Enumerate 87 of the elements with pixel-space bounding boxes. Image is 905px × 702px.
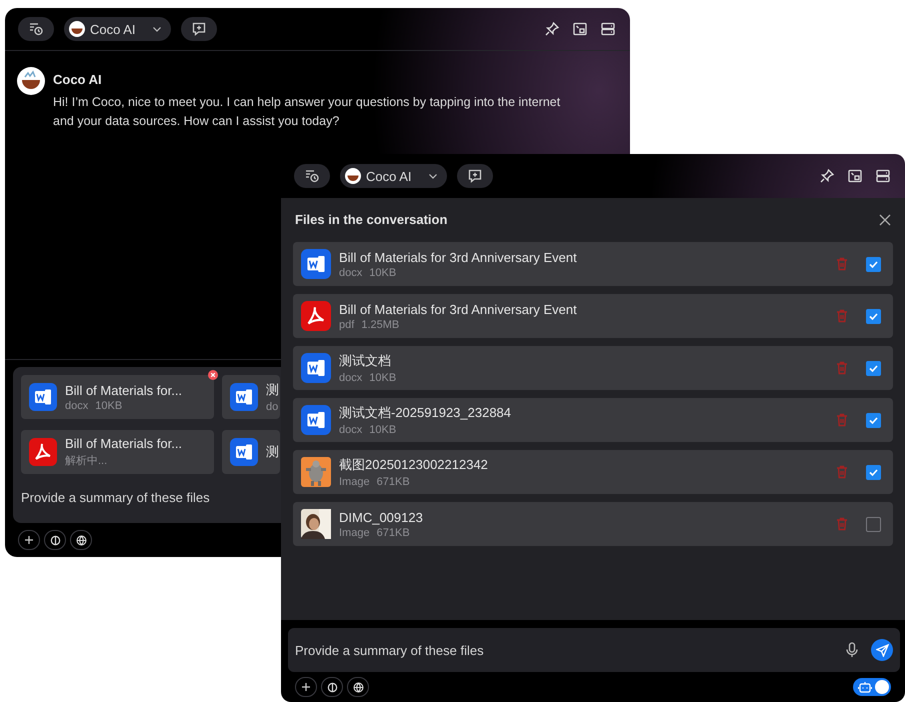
history-button[interactable]: [294, 164, 330, 188]
file-meta: docx 10KB: [339, 424, 398, 436]
word-document-icon: [230, 383, 258, 411]
file-meta: Image 671KB: [339, 526, 411, 538]
message-input[interactable]: Provide a summary of these files: [295, 642, 833, 658]
file-name: Bill of Materials for 3rd Anniversary Event: [339, 302, 578, 316]
globe-icon: [76, 534, 86, 546]
file-meta: 解析中...: [65, 454, 108, 468]
file-name: Bill of Materials for 3rd Anniversary Event: [339, 250, 578, 264]
web-search-button[interactable]: [347, 677, 369, 697]
file-meta: pdf 1.25MB: [339, 318, 400, 330]
file-meta: docx 10KB: [339, 266, 398, 278]
file-name: 测试文档: [339, 352, 392, 370]
checkbox[interactable]: [866, 360, 881, 376]
coconut-avatar-icon: [69, 21, 85, 37]
chat-plus-icon: [190, 21, 207, 37]
robot-icon: [858, 681, 872, 693]
file-row[interactable]: 测试文档-202591923_232884 docx 10KB: [293, 398, 893, 442]
history-icon: [28, 21, 44, 37]
split-circle-icon: [326, 682, 338, 692]
chat-plus-icon: [466, 168, 483, 184]
attachment-chip[interactable]: Bill of Materials for... 解析中...: [21, 430, 214, 474]
history-button[interactable]: [18, 17, 54, 41]
word-document-icon: [29, 383, 57, 411]
web-search-button[interactable]: [70, 530, 92, 550]
file-meta: Image 671KB: [339, 476, 411, 488]
checkbox[interactable]: [866, 516, 881, 532]
globe-icon: [352, 682, 364, 692]
file-row[interactable]: 测试文档 docx 10KB: [293, 346, 893, 390]
pin-icon[interactable]: [819, 168, 835, 184]
message-text: Hi! I’m Coco, nice to meet you. I can help answer your questions by tapping into the internet and your data sources. How can I assist you today?: [53, 94, 562, 130]
file-row[interactable]: 截图20250123002212342 Image 671KB: [293, 450, 893, 494]
attachment-chip[interactable]: 测 do: [222, 375, 280, 419]
file-name: 测试文档-202591923_232884: [339, 404, 512, 422]
file-name: Bill of Materials for...: [65, 436, 182, 451]
history-icon: [304, 168, 320, 184]
checkbox[interactable]: [866, 464, 881, 480]
close-icon[interactable]: [879, 214, 891, 226]
layout-icon[interactable]: [600, 21, 616, 37]
panel-title: Files in the conversation: [295, 212, 448, 227]
word-document-icon: [301, 353, 331, 383]
plus-icon: [24, 535, 34, 545]
window-icon[interactable]: [572, 21, 588, 37]
message-input[interactable]: Provide a summary of these files: [21, 490, 210, 505]
new-chat-button[interactable]: [456, 164, 493, 188]
file-meta: do: [266, 401, 279, 413]
microphone-icon[interactable]: [845, 642, 859, 658]
assistant-selector[interactable]: Coco AI: [64, 17, 171, 41]
word-document-icon: [301, 249, 331, 279]
add-button[interactable]: [295, 677, 317, 697]
coconut-avatar-icon: [345, 168, 361, 184]
checkbox[interactable]: [866, 412, 881, 428]
file-name: 测: [266, 381, 279, 399]
attachment-chip[interactable]: Bill of Materials for... docx 10KB: [21, 375, 214, 419]
deep-think-button[interactable]: [44, 530, 66, 550]
send-icon: [876, 644, 888, 656]
file-name: 截图20250123002212342: [339, 456, 489, 474]
file-meta: docx 10KB: [339, 372, 398, 384]
robot-toggle[interactable]: [853, 678, 891, 696]
word-document-icon: [230, 438, 258, 466]
sender-name: Coco AI: [53, 72, 103, 87]
attachment-chip[interactable]: 测: [222, 430, 280, 474]
file-name: DIMC_009123: [339, 510, 424, 524]
file-row[interactable]: Bill of Materials for 3rd Anniversary Event pdf 1.25MB: [293, 294, 893, 338]
plus-icon: [301, 682, 311, 692]
remove-icon[interactable]: [208, 370, 218, 380]
new-chat-button[interactable]: [180, 17, 217, 41]
add-button[interactable]: [18, 530, 40, 550]
checkbox[interactable]: [866, 308, 881, 324]
pdf-document-icon: [301, 301, 331, 331]
assistant-selector[interactable]: Coco AI: [340, 164, 447, 188]
file-name: 测: [266, 443, 279, 461]
pdf-document-icon: [29, 438, 57, 466]
file-row[interactable]: Bill of Materials for 3rd Anniversary Event docx 10KB: [293, 242, 893, 286]
file-name: Bill of Materials for...: [65, 382, 182, 398]
word-document-icon: [301, 405, 331, 435]
deep-think-button[interactable]: [321, 677, 343, 697]
file-meta: docx 10KB: [65, 400, 124, 412]
checkbox[interactable]: [866, 256, 881, 272]
send-button[interactable]: [871, 639, 893, 661]
pin-icon[interactable]: [544, 21, 560, 37]
coconut-avatar-icon: [17, 67, 45, 95]
file-row[interactable]: DIMC_009123 Image 671KB: [293, 502, 893, 546]
window-icon[interactable]: [847, 168, 863, 184]
layout-icon[interactable]: [875, 168, 891, 184]
split-circle-icon: [50, 534, 60, 546]
message-input-box[interactable]: Provide a summary of these files: [288, 628, 900, 672]
